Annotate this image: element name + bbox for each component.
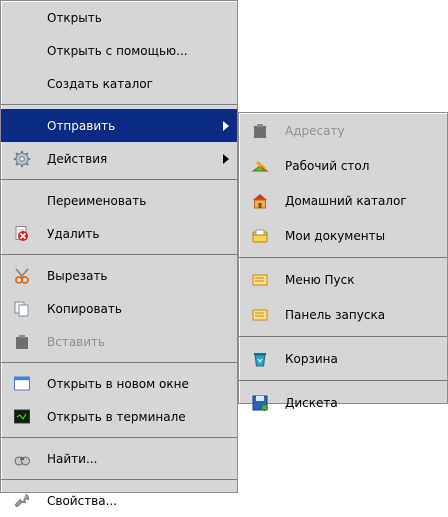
menu-item-label: Домашний каталог xyxy=(285,193,407,208)
menu-item-open-in-new-window[interactable]: Открыть в новом окне xyxy=(1,367,237,400)
menu-item-label: Создать каталог xyxy=(47,76,153,91)
menu-item-label: Адресату xyxy=(285,123,345,138)
menu-item-label: Меню Пуск xyxy=(285,272,355,287)
menu-item-label: Мои документы xyxy=(285,228,386,243)
menu-item-label: Копировать xyxy=(47,301,122,316)
gear-icon xyxy=(11,148,33,170)
menu-item-open-with[interactable]: Открыть с помощью... xyxy=(1,34,237,67)
menu-item-label: Отправить xyxy=(47,118,116,133)
menu-item-find[interactable]: Найти... xyxy=(1,442,237,475)
menu-item-open-in-terminal[interactable]: Открыть в терминале xyxy=(1,400,237,433)
menu-item-label: Вырезать xyxy=(47,268,108,283)
menu-item-label: Панель запуска xyxy=(285,307,386,322)
menu-item-open[interactable]: Открыть xyxy=(1,1,237,34)
window-icon xyxy=(11,373,33,395)
clipboard-icon xyxy=(11,331,33,353)
submenu-arrow-icon xyxy=(223,153,229,164)
menu-item-label: Открыть в терминале xyxy=(47,409,186,424)
menu-item-label: Открыть в новом окне xyxy=(47,376,189,391)
context-menu: Открыть Открыть с помощью... Создать кат… xyxy=(0,0,238,508)
menu-item-properties[interactable]: Свойства... xyxy=(1,484,237,517)
menu-separator xyxy=(1,362,237,363)
submenu-item-launch-panel[interactable]: Панель запуска xyxy=(239,297,447,332)
menu-separator xyxy=(1,479,237,480)
menu-item-rename[interactable]: Переименовать xyxy=(1,184,237,217)
submenu-item-home-folder[interactable]: Домашний каталог xyxy=(239,183,447,218)
terminal-icon xyxy=(11,406,33,428)
home-folder-icon xyxy=(249,190,271,212)
floppy-icon xyxy=(249,392,271,414)
menu-separator xyxy=(1,104,237,105)
menu-item-paste[interactable]: Вставить xyxy=(1,325,237,358)
menu-item-label: Вставить xyxy=(47,334,106,349)
desktop-icon xyxy=(249,155,271,177)
submenu-item-desktop[interactable]: Рабочий стол xyxy=(239,148,447,183)
copy-icon xyxy=(11,298,33,320)
submenu-item-trash[interactable]: Корзина xyxy=(239,341,447,376)
submenu-item-start-menu[interactable]: Меню Пуск xyxy=(239,262,447,297)
menu-item-label: Открыть xyxy=(47,10,102,25)
menu-item-actions[interactable]: Действия xyxy=(1,142,237,175)
menu-item-delete[interactable]: Удалить xyxy=(1,217,237,250)
delete-icon xyxy=(11,223,33,245)
submenu-item-my-documents[interactable]: Мои документы xyxy=(239,218,447,253)
menu-item-copy[interactable]: Копировать xyxy=(1,292,237,325)
binoculars-icon xyxy=(11,448,33,470)
menu-item-label: Удалить xyxy=(47,226,100,241)
menu-item-send-to[interactable]: Отправить xyxy=(1,109,237,142)
launch-panel-icon xyxy=(249,304,271,326)
menu-separator xyxy=(239,336,447,337)
recipient-icon xyxy=(249,120,271,142)
menu-separator xyxy=(239,257,447,258)
send-to-submenu: Адресату Рабочий стол Домашний каталог М… xyxy=(238,112,448,411)
scissors-icon xyxy=(11,265,33,287)
menu-item-label: Рабочий стол xyxy=(285,158,370,173)
menu-separator xyxy=(1,437,237,438)
submenu-arrow-icon xyxy=(223,120,229,131)
submenu-item-floppy[interactable]: Дискета xyxy=(239,385,447,420)
menu-separator xyxy=(1,179,237,180)
menu-item-create-folder[interactable]: Создать каталог xyxy=(1,67,237,100)
start-menu-icon xyxy=(249,269,271,291)
trash-icon xyxy=(249,348,271,370)
menu-separator xyxy=(1,254,237,255)
menu-item-label: Найти... xyxy=(47,451,98,466)
documents-folder-icon xyxy=(249,225,271,247)
menu-item-label: Переименовать xyxy=(47,193,147,208)
menu-item-label: Корзина xyxy=(285,351,338,366)
menu-item-cut[interactable]: Вырезать xyxy=(1,259,237,292)
menu-item-label: Свойства... xyxy=(47,493,118,508)
menu-item-label: Действия xyxy=(47,151,108,166)
menu-item-label: Дискета xyxy=(285,395,338,410)
menu-item-label: Открыть с помощью... xyxy=(47,43,188,58)
menu-separator xyxy=(239,380,447,381)
submenu-item-recipient[interactable]: Адресату xyxy=(239,113,447,148)
